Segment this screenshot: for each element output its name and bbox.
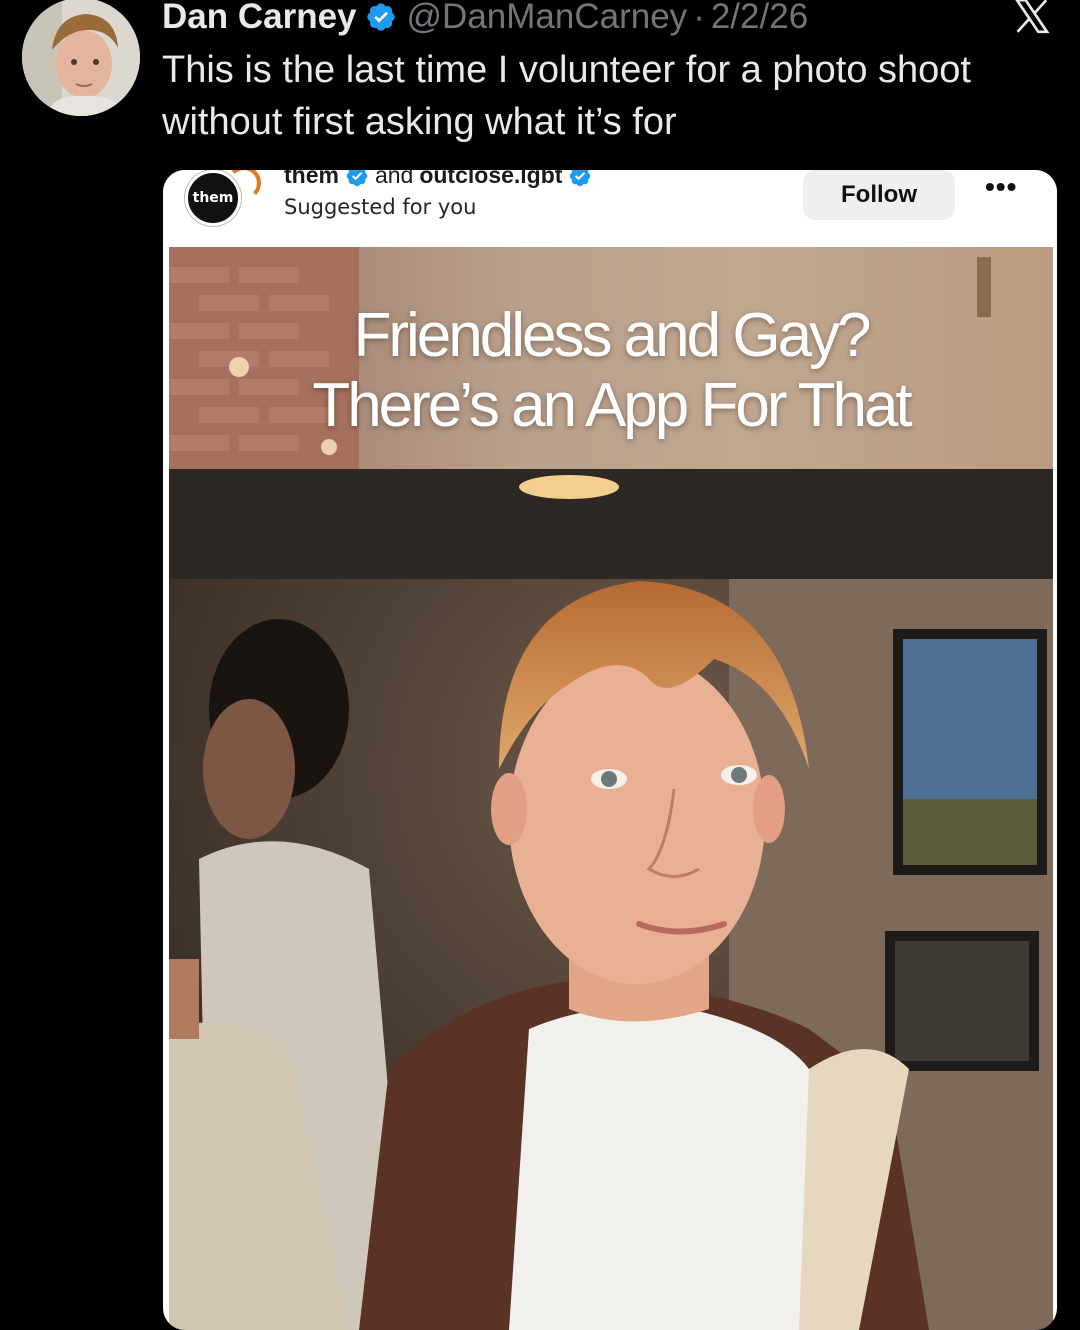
author-name[interactable]: Dan Carney (162, 0, 357, 37)
account-primary[interactable]: them (284, 170, 339, 189)
collab-logo-icon (227, 170, 261, 200)
post-accounts: them and outclose.lgbt (284, 170, 592, 189)
tweet-text: This is the last time I volunteer for a … (162, 49, 971, 143)
verified-badge-icon (346, 170, 368, 186)
headline-line-2: There’s an App For That (312, 371, 912, 440)
post-photo[interactable] (169, 469, 1053, 1330)
separator-dot: · (693, 0, 705, 36)
tweet-header: Dan Carney @DanManCarney · 2/2/26 (162, 0, 1080, 40)
suggested-label: Suggested for you (284, 195, 477, 219)
follow-button[interactable]: Follow (803, 170, 955, 220)
headline-line-1: Friendless and Gay? (353, 301, 871, 370)
embedded-post-header: them them and outclose.lgbt Suggested fo… (163, 170, 1057, 247)
author-handle[interactable]: @DanManCarney (407, 0, 688, 37)
account-secondary[interactable]: outclose.lgbt (419, 170, 562, 189)
headline-banner: Friendless and Gay? There’s an App For T… (169, 247, 1053, 469)
x-logo-icon (1015, 0, 1050, 34)
verified-badge-icon (366, 3, 395, 31)
tweet-date[interactable]: 2/2/26 (711, 0, 808, 37)
embedded-post-card[interactable]: them them and outclose.lgbt Suggested fo… (163, 170, 1057, 1330)
verified-badge-icon (570, 170, 591, 186)
more-options-icon[interactable]: ••• (985, 173, 1025, 201)
account-conjunction: and (374, 170, 414, 188)
author-avatar[interactable] (22, 0, 140, 116)
headline-text: Friendless and Gay? There’s an App For T… (169, 301, 1053, 441)
